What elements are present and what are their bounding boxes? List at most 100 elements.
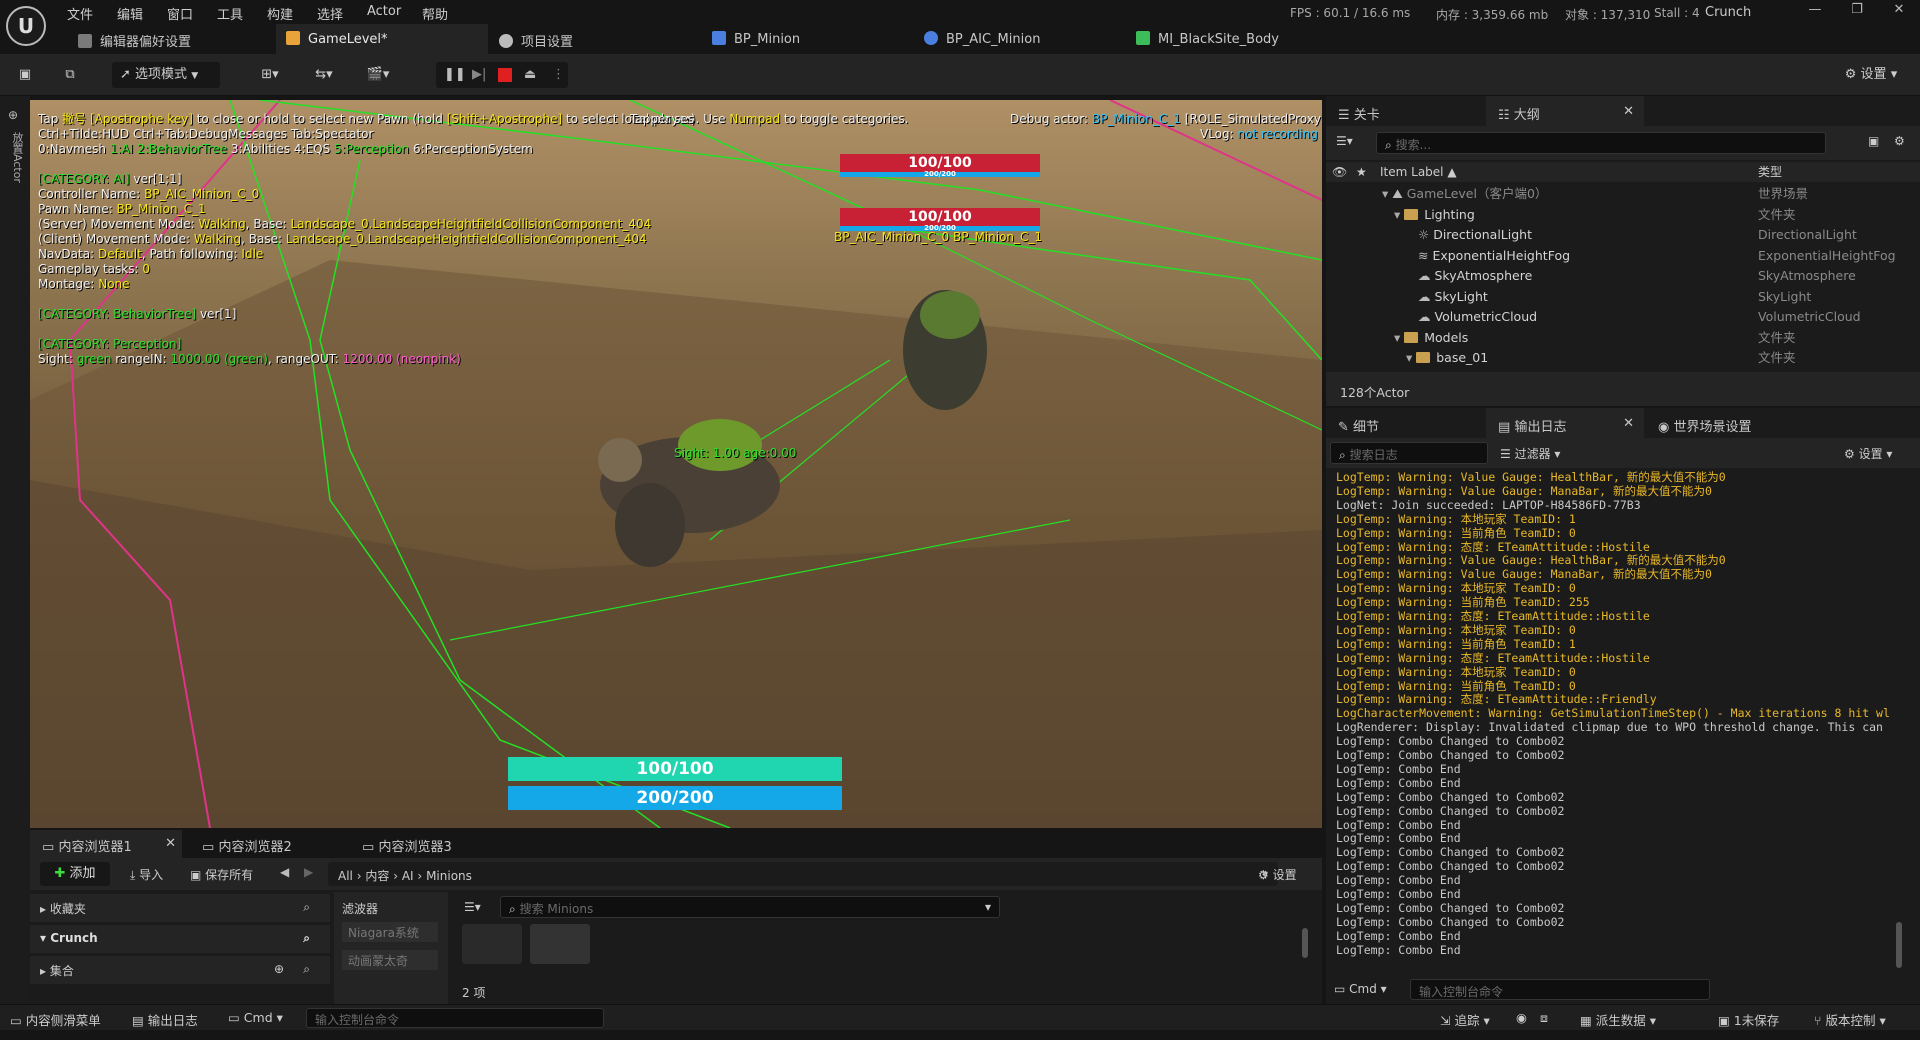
mode-select-button[interactable]: ➚ 选项模式 ▼ [112,62,220,88]
menu-file[interactable]: 文件 [67,4,93,23]
breadcrumb-minions[interactable]: Minions [426,869,472,883]
outliner-row[interactable]: ☁ VolumetricCloud VolumetricCloud [1326,307,1920,327]
log-filter-button[interactable]: ☰ 过滤器 ▾ [1500,445,1560,462]
browse-icon[interactable]: ⧉ [56,62,84,88]
breadcrumb-ai[interactable]: AI [402,869,414,883]
tab-levels[interactable]: ☰ 关卡 [1326,96,1484,126]
menu-help[interactable]: 帮助 [422,4,448,23]
toolbar-settings-button[interactable]: ⚙ 设置 ▾ [1834,62,1908,88]
cinematics-icon[interactable]: 🎬▾ [358,62,398,88]
outliner-row[interactable]: ▾ Lighting 文件夹 [1326,205,1920,225]
tab-project-settings[interactable]: 项目设置 [489,24,694,54]
search-icon[interactable]: ⌕ [303,900,310,915]
menu-edit[interactable]: 编辑 [117,4,143,23]
status-console-input[interactable]: 输入控制台命令 [306,1008,604,1028]
content-drawer-button[interactable]: ▭ 内容侧滑菜单 [10,1010,101,1029]
forward-icon[interactable]: ▶ [304,865,313,879]
search-icon[interactable]: ⌕ [303,962,310,977]
place-actor-label[interactable]: 放置Actor [9,132,25,183]
derived-data-button[interactable]: ▦ 派生数据 ▾ [1580,1010,1656,1029]
close-tab-icon[interactable]: ✕ [165,836,176,851]
unsaved-button[interactable]: ▣ 1未保存 [1718,1010,1779,1029]
restore-icon[interactable]: ❐ [1842,2,1872,22]
expand-chevron-icon[interactable]: ▾ [1382,186,1392,201]
cb-settings-button[interactable]: ⚙ 设置 [1258,866,1297,883]
tab-content-browser-1[interactable]: ▭ 内容浏览器1 ✕ [30,830,182,858]
close-tab-icon[interactable]: ✕ [1623,104,1634,119]
tab-bp-minion[interactable]: BP_Minion [702,24,907,54]
gear-icon[interactable]: ⚙ [1894,134,1905,148]
stop-icon[interactable] [498,68,512,82]
outliner-row[interactable]: ▾ Models 文件夹 [1326,328,1920,348]
expand-chevron-icon[interactable]: ▾ [1394,207,1404,222]
outliner-search-input[interactable]: ⌕ 搜索... [1376,132,1826,154]
expand-chevron-icon[interactable]: ▾ [1394,330,1404,345]
tab-content-browser-2[interactable]: ▭ 内容浏览器2 [190,830,342,858]
save-icon[interactable]: ▣ [12,62,38,88]
close-tab-icon[interactable]: ✕ [1623,416,1634,431]
visibility-icon[interactable]: 👁 [1332,162,1347,182]
search-icon[interactable]: ⌕ [303,931,310,946]
eject-icon[interactable]: ⏏ [524,62,536,88]
log-scrollbar[interactable] [1896,922,1902,968]
add-collection-icon[interactable]: ⊕ [274,962,284,976]
column-item-label[interactable]: Item Label ▲ [1380,162,1457,182]
path-breadcrumb[interactable]: All › 内容 › AI › Minions ▾ [328,862,1278,886]
record-icon[interactable]: ◉ [1516,1010,1527,1025]
expand-chevron-icon[interactable]: ▾ [1406,350,1416,365]
cmd-dropdown[interactable]: ▭ Cmd ▾ [1334,982,1387,996]
outliner-row[interactable]: ☁ SkyLight SkyLight [1326,287,1920,307]
filter-niagara[interactable]: Niagara系统 [342,922,438,942]
asset-thumbnail[interactable] [530,924,590,964]
close-icon[interactable]: ✕ [1884,2,1914,22]
menu-window[interactable]: 窗口 [167,4,193,23]
add-actor-icon[interactable]: ⊞▾ [250,62,290,88]
tab-output-log[interactable]: ▤ 输出日志 ✕ [1486,408,1644,438]
outliner-row[interactable]: ▾ ⛰ GameLevel（客户端0） 世界场景 [1326,184,1920,204]
pause-icon[interactable]: ❚❚ [444,62,466,88]
column-type[interactable]: 类型 [1758,162,1782,182]
source-crunch[interactable]: ▾ Crunch ⌕ [30,925,330,953]
tab-content-browser-3[interactable]: ▭ 内容浏览器3 [350,830,502,858]
output-log-button[interactable]: ▤ 输出日志 [132,1010,198,1029]
filter-icon[interactable]: ☰▾ [1336,134,1353,148]
tab-outliner[interactable]: ☷ 大纲 ✕ [1486,96,1644,126]
cmd-dropdown[interactable]: ▭ Cmd ▾ [228,1010,283,1025]
breadcrumb-all[interactable]: All [338,869,353,883]
outliner-row[interactable]: ☼ DirectionalLight DirectionalLight [1326,225,1920,245]
step-icon[interactable]: ▶| [472,62,486,88]
tab-editor-preferences[interactable]: 编辑器偏好设置 [68,24,273,54]
more-icon[interactable]: ⋮ [552,62,565,88]
minimize-icon[interactable]: — [1800,2,1830,22]
asset-scrollbar[interactable] [1302,928,1308,958]
menu-build[interactable]: 构建 [267,4,293,23]
filter-anim-montage[interactable]: 动画蒙太奇 [342,950,438,970]
place-actor-icon[interactable]: ⊕ [8,108,18,122]
outliner-row[interactable]: ≋ ExponentialHeightFog ExponentialHeightF… [1326,246,1920,266]
tab-world-settings[interactable]: ◉ 世界场景设置 [1646,408,1816,438]
asset-thumbnail[interactable] [462,924,522,964]
menu-actor[interactable]: Actor [367,4,401,19]
outliner-row[interactable]: ▾ base_01 文件夹 [1326,348,1920,368]
add-folder-icon[interactable]: ▣ [1868,134,1879,148]
blueprint-menu-icon[interactable]: ⇆▾ [304,62,344,88]
source-control-button[interactable]: ⑂ 版本控制 ▾ [1814,1010,1886,1029]
log-search-input[interactable]: ⌕ 搜索日志 [1330,442,1488,464]
source-collections[interactable]: ▸ 集合 ⊕ ⌕ [30,956,330,984]
asset-search-input[interactable]: ⌕ 搜索 Minions ▾ [500,896,1000,918]
source-favorites[interactable]: ▸ 收藏夹 ⌕ [30,894,330,922]
breadcrumb-content[interactable]: 内容 [365,869,389,883]
log-console-input[interactable]: 输入控制台命令 [1410,979,1710,1000]
save-all-button[interactable]: ▣ 保存所有 [190,866,253,883]
import-button[interactable]: ⤓ 导入 [130,866,163,883]
tab-bp-aic-minion[interactable]: BP_AIC_Minion [914,24,1119,54]
level-viewport[interactable]: Tap 撇号 [Apostrophe key] to close or hold… [30,100,1322,828]
camera-icon[interactable]: ⧈ [1540,1010,1548,1026]
log-messages[interactable]: LogTemp: Warning: Value Gauge: HealthBar… [1326,470,1920,970]
log-settings-button[interactable]: ⚙ 设置 ▾ [1844,445,1892,462]
filter-icon[interactable]: ☰▾ [464,900,481,914]
tab-details[interactable]: ✎ 细节 [1326,408,1484,438]
back-icon[interactable]: ◀ [280,865,289,879]
outliner-row[interactable]: ☁ SkyAtmosphere SkyAtmosphere [1326,266,1920,286]
trace-button[interactable]: ⇲ 追踪 ▾ [1440,1010,1490,1029]
